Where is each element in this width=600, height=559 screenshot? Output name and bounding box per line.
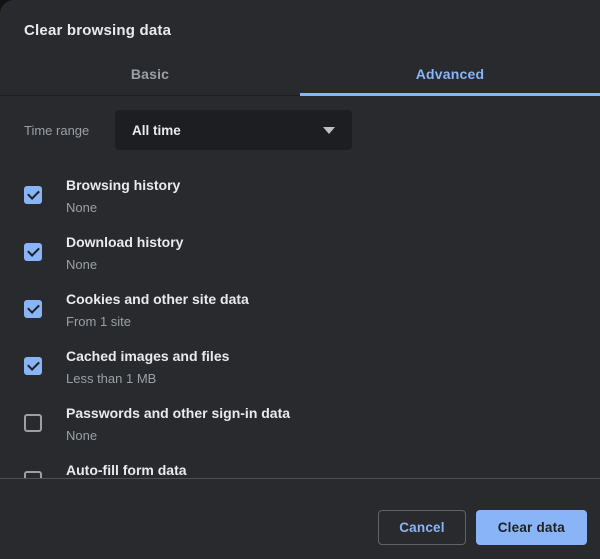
option-text: Passwords and other sign-in data None — [66, 405, 290, 444]
checkbox-checked-icon[interactable] — [24, 357, 42, 375]
option-text: Cached images and files Less than 1 MB — [66, 348, 229, 387]
clear-data-button[interactable]: Clear data — [476, 510, 587, 545]
option-label: Passwords and other sign-in data — [66, 405, 290, 422]
option-text: Browsing history None — [66, 177, 180, 216]
dialog-footer: Cancel Clear data — [0, 478, 600, 559]
time-range-row: Time range All time — [24, 110, 576, 150]
cancel-button[interactable]: Cancel — [378, 510, 465, 545]
option-label: Auto-fill form data — [66, 462, 187, 478]
time-range-select[interactable]: All time — [115, 110, 352, 150]
clear-browsing-data-dialog: Clear browsing data Basic Advanced Time … — [0, 0, 600, 559]
clear-options-list: Browsing history None Download history None… — [0, 150, 600, 478]
dialog-title: Clear browsing data — [0, 0, 600, 53]
option-label: Download history — [66, 234, 183, 251]
checkbox-unchecked-icon[interactable] — [24, 414, 42, 432]
option-sublabel: None — [66, 200, 180, 216]
list-item: Cookies and other site data From 1 site — [0, 285, 600, 342]
option-sublabel: None — [66, 257, 183, 273]
list-item: Passwords and other sign-in data None — [0, 399, 600, 456]
option-sublabel: From 1 site — [66, 314, 249, 330]
checkbox-checked-icon[interactable] — [24, 243, 42, 261]
option-text: Download history None — [66, 234, 183, 273]
option-label: Browsing history — [66, 177, 180, 194]
time-range-value: All time — [132, 123, 181, 138]
list-item: Cached images and files Less than 1 MB — [0, 342, 600, 399]
checkbox-unchecked-icon[interactable] — [24, 471, 42, 478]
tab-basic[interactable]: Basic — [0, 53, 300, 95]
list-item: Auto-fill form data — [0, 456, 600, 478]
list-item: Browsing history None — [0, 171, 600, 228]
checkbox-checked-icon[interactable] — [24, 186, 42, 204]
option-label: Cached images and files — [66, 348, 229, 365]
list-item: Download history None — [0, 228, 600, 285]
option-sublabel: None — [66, 428, 290, 444]
dialog-body: Time range All time Browsing history None… — [0, 96, 600, 478]
tab-bar: Basic Advanced — [0, 53, 600, 96]
option-text: Auto-fill form data — [66, 462, 187, 478]
checkbox-checked-icon[interactable] — [24, 300, 42, 318]
option-label: Cookies and other site data — [66, 291, 249, 308]
tab-advanced[interactable]: Advanced — [300, 53, 600, 95]
time-range-label: Time range — [24, 123, 115, 138]
option-text: Cookies and other site data From 1 site — [66, 291, 249, 330]
option-sublabel: Less than 1 MB — [66, 371, 229, 387]
dropdown-arrow-icon — [323, 127, 335, 134]
